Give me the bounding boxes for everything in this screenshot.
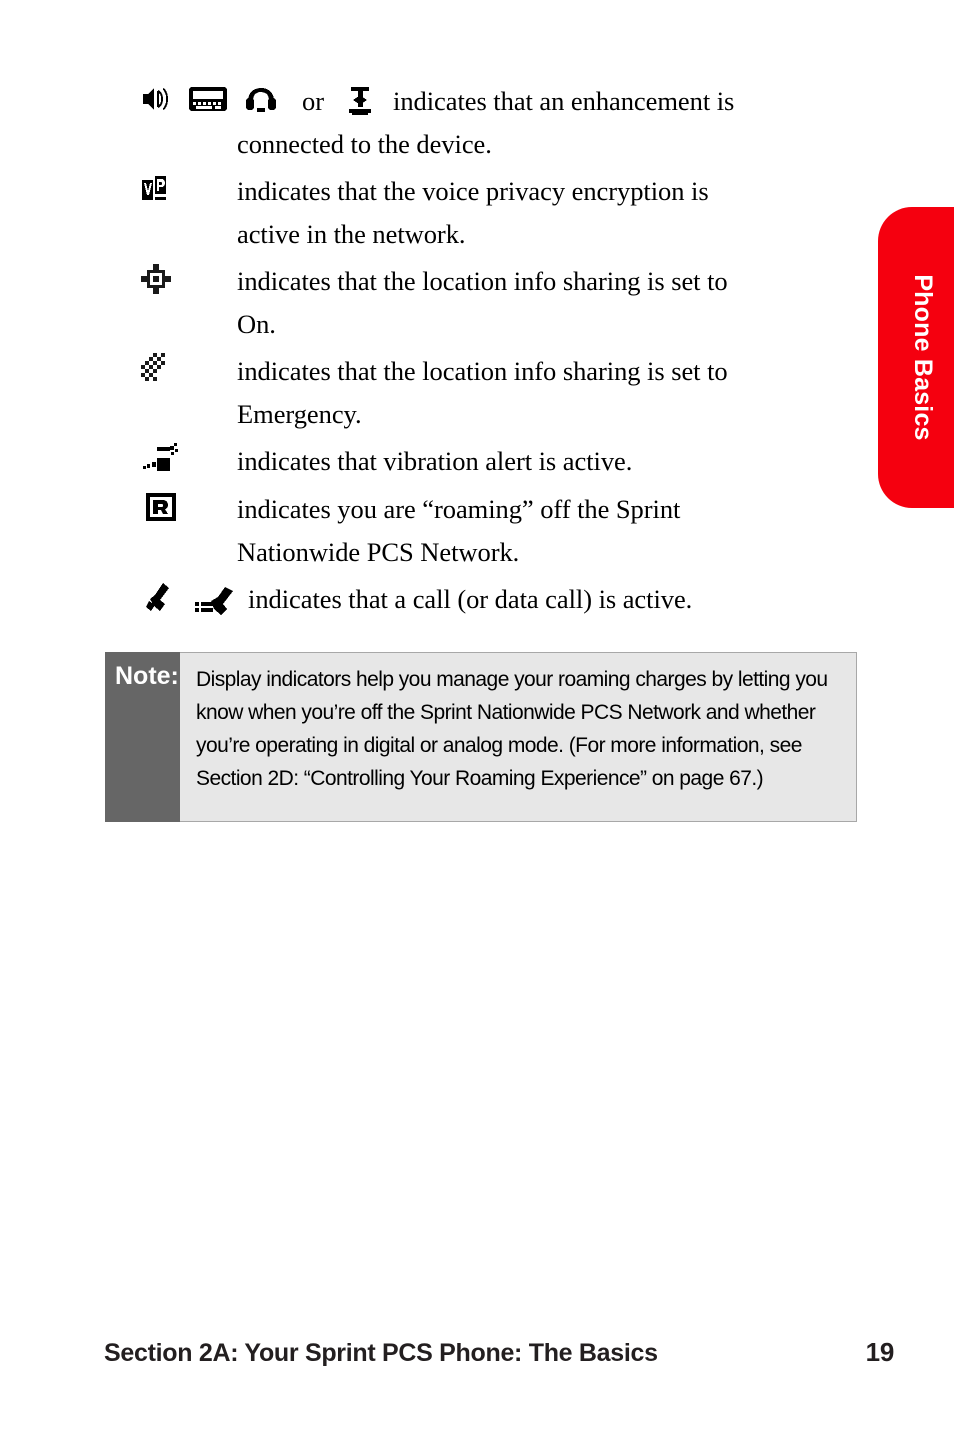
voice-call-icon: [143, 581, 173, 618]
indicator-text: indicates that the voice privacy encrypt…: [237, 170, 860, 256]
indicator-text-line2: Nationwide PCS Network.: [237, 537, 520, 567]
indicator-text-line1: indicates that vibration alert is active…: [237, 446, 633, 476]
footer-page-number: 19: [865, 1337, 895, 1367]
location-on-icon: [140, 263, 172, 300]
indicator-text: indicates that the location info sharing…: [237, 350, 860, 436]
indicator-row-call-active: indicates that a call (or data call) is …: [0, 578, 860, 622]
indicator-icons: [140, 260, 236, 302]
indicator-separator-or: or: [302, 86, 325, 116]
tty-device-icon: [188, 84, 228, 119]
indicator-text: indicates that a call (or data call) is …: [248, 578, 860, 621]
indicator-icons: [143, 578, 235, 620]
indicator-icons: [140, 170, 236, 212]
roaming-icon: [145, 492, 177, 527]
indicator-text: indicates that the location info sharing…: [237, 260, 860, 346]
side-tab-phone-basics: Phone Basics: [878, 207, 954, 508]
side-tab-label: Phone Basics: [909, 274, 938, 441]
indicator-icons: [140, 80, 278, 122]
display-indicator-list: or indicates that an enhancement is conn…: [0, 80, 860, 626]
note-box: Note: Display indicators help you manage…: [105, 652, 857, 822]
indicator-text-line1: indicates that an enhancement is: [393, 86, 735, 116]
page-footer: Section 2A: Your Sprint PCS Phone: The B…: [104, 1337, 894, 1368]
indicator-text-line1: indicates that a call (or data call) is …: [248, 584, 693, 614]
location-emergency-icon: [140, 352, 172, 391]
note-body: Display indicators help you manage your …: [180, 652, 857, 822]
note-label: Note:: [105, 652, 180, 822]
indicator-row-voice-privacy: indicates that the voice privacy encrypt…: [0, 170, 860, 256]
indicator-text-line2: connected to the device.: [237, 129, 492, 159]
indicator-text-line1: indicates you are “roaming” off the Spri…: [237, 494, 681, 524]
indicator-icons: [143, 440, 239, 482]
indicator-icons: [140, 350, 236, 392]
indicator-text-line2: Emergency.: [237, 399, 362, 429]
indicator-text: indicates that vibration alert is active…: [237, 440, 860, 483]
data-call-icon: [193, 585, 235, 622]
indicator-text-line2: On.: [237, 309, 276, 339]
indicator-text-line1: indicates that the voice privacy encrypt…: [237, 176, 709, 206]
vibration-alert-icon: [143, 442, 181, 480]
indicator-row-vibration: indicates that vibration alert is active…: [0, 440, 860, 484]
indicator-row-enhancement: or indicates that an enhancement is conn…: [0, 80, 860, 166]
headset-icon: [244, 84, 278, 119]
indicator-text: indicates you are “roaming” off the Spri…: [237, 488, 860, 574]
indicator-text-line1: indicates that the location info sharing…: [237, 356, 728, 386]
indicator-row-location-on: indicates that the location info sharing…: [0, 260, 860, 346]
indicator-text-line2: active in the network.: [237, 219, 466, 249]
indicator-icons: [145, 488, 241, 530]
voice-privacy-icon: [140, 174, 168, 209]
indicator-row-location-emergency: indicates that the location info sharing…: [0, 350, 860, 436]
footer-section-title: Section 2A: Your Sprint PCS Phone: The B…: [104, 1339, 658, 1367]
indicator-row-roaming: indicates you are “roaming” off the Spri…: [0, 488, 860, 574]
indicator-text-line1: indicates that the location info sharing…: [237, 266, 728, 296]
speaker-icon: [140, 84, 172, 119]
bluetooth-icon: [345, 85, 375, 122]
indicator-text: indicates that an enhancement is connect…: [237, 80, 860, 166]
